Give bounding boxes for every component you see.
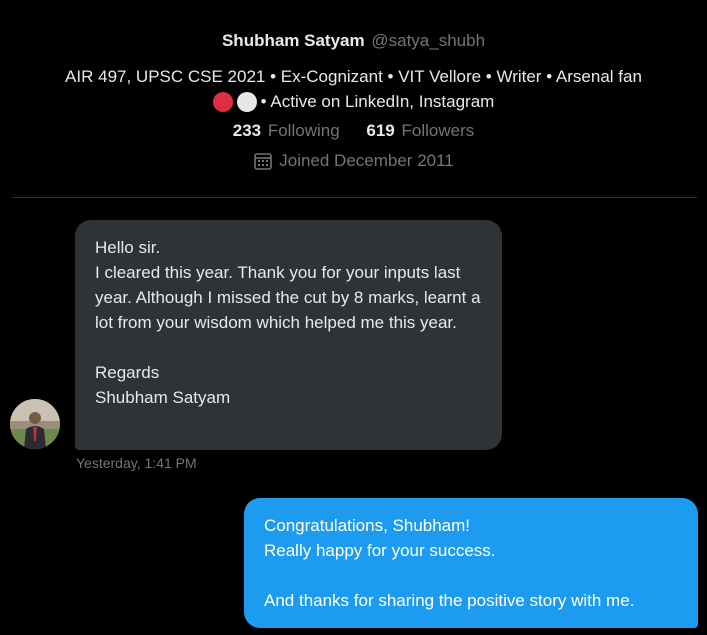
incoming-message-bubble[interactable]: Hello sir. I cleared this year. Thank yo…	[75, 220, 502, 450]
following-count: 233	[232, 121, 262, 140]
bio-line-1: AIR 497, UPSC CSE 2021 • Ex-Cognizant • …	[65, 67, 642, 86]
bio-line-2-container: • Active on LinkedIn, Instagram	[0, 89, 707, 114]
bio-line-2: • Active on LinkedIn, Instagram	[260, 92, 495, 111]
followers-link[interactable]: 619 Followers	[366, 119, 474, 143]
message-timestamp: Yesterday, 1:41 PM	[76, 455, 197, 471]
calendar-icon	[253, 151, 273, 171]
following-label: Following	[267, 121, 340, 140]
white-circle-emoji-icon	[236, 91, 257, 112]
followers-label: Followers	[401, 121, 475, 140]
outgoing-message-bubble[interactable]: Congratulations, Shubham! Really happy f…	[244, 498, 698, 628]
followers-count: 619	[366, 121, 395, 140]
profile-handle[interactable]: @satya_shubh	[371, 31, 485, 50]
red-circle-emoji-icon	[212, 91, 233, 112]
profile-name-line: Shubham Satyam @satya_shubh	[0, 30, 707, 52]
header-divider	[12, 197, 697, 198]
joined-text: Joined December 2011	[279, 151, 454, 170]
profile-stats: 233 Following 619 Followers	[0, 119, 707, 143]
profile-bio: AIR 497, UPSC CSE 2021 • Ex-Cognizant • …	[0, 64, 707, 114]
sender-avatar[interactable]	[10, 399, 60, 449]
following-link[interactable]: 233 Following	[233, 119, 340, 143]
profile-display-name[interactable]: Shubham Satyam	[222, 31, 365, 50]
profile-header: Shubham Satyam @satya_shubh AIR 497, UPS…	[0, 30, 707, 173]
joined-date: Joined December 2011	[0, 149, 707, 173]
